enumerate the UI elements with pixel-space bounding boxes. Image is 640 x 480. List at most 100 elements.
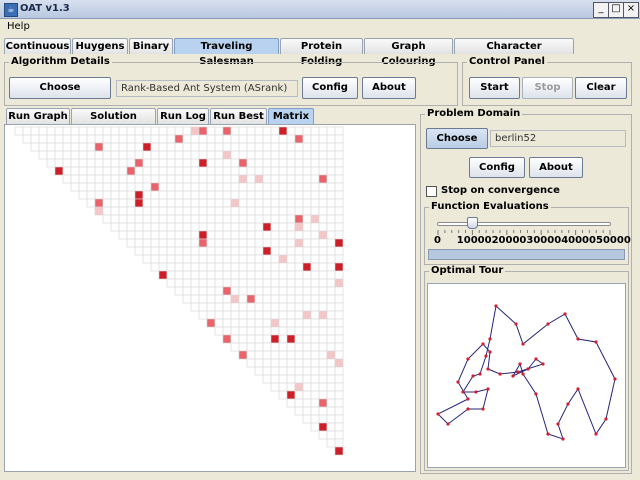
evaluations-slider-thumb[interactable] (466, 217, 478, 229)
matrix-cell (262, 230, 272, 240)
subtab-run-log[interactable]: Run Log (157, 108, 209, 124)
matrix-cell (326, 222, 336, 232)
matrix-cell (102, 166, 112, 176)
matrix-cell (318, 166, 328, 176)
subtab-run-best[interactable]: Run Best (210, 108, 267, 124)
matrix-cell (174, 190, 184, 200)
matrix-cell (182, 254, 192, 264)
matrix-cell (310, 214, 320, 224)
subtab-run-graph[interactable]: Run Graph (6, 108, 70, 124)
matrix-cell (174, 222, 184, 232)
matrix-cell (262, 350, 272, 360)
matrix-cell (142, 254, 152, 264)
tab-binary[interactable]: Binary (129, 38, 173, 54)
matrix-cell (150, 246, 160, 256)
matrix-cell (334, 342, 344, 352)
matrix-cell (222, 222, 232, 232)
matrix-cell (270, 374, 280, 384)
clear-button[interactable]: Clear (575, 77, 627, 99)
tab-graph-colouring[interactable]: Graph Colouring (364, 38, 453, 67)
start-button[interactable]: Start (469, 77, 520, 99)
matrix-cell (142, 246, 152, 256)
matrix-cell (238, 246, 248, 256)
minimize-icon[interactable]: _ (593, 2, 609, 18)
matrix-cell (182, 206, 192, 216)
matrix-cell (310, 334, 320, 344)
matrix-cell (198, 166, 208, 176)
tab-huygens[interactable]: Huygens (72, 38, 128, 54)
matrix-cell (318, 414, 328, 424)
matrix-cell (326, 294, 336, 304)
matrix-cell (150, 238, 160, 248)
algorithm-choose-button[interactable]: Choose (9, 77, 111, 99)
problem-about-button[interactable]: About (529, 157, 583, 178)
algorithm-about-button[interactable]: About (362, 77, 416, 99)
matrix-cell (150, 198, 160, 208)
tab-protein-folding[interactable]: Protein Folding (280, 38, 363, 67)
matrix-cell (182, 126, 192, 136)
problem-config-button[interactable]: Config (469, 157, 525, 178)
subtab-solution-quality[interactable]: Solution Quality (71, 108, 156, 137)
matrix-cell (46, 134, 56, 144)
matrix-cell (334, 406, 344, 416)
maximize-icon[interactable]: □ (608, 2, 624, 18)
tab-character-recognition[interactable]: Character Recognition (454, 38, 574, 67)
matrix-cell (318, 142, 328, 152)
problem-choose-button[interactable]: Choose (426, 128, 488, 149)
stop-button[interactable]: Stop (522, 77, 573, 99)
matrix-cell (326, 246, 336, 256)
matrix-cell (326, 414, 336, 424)
matrix-cell (118, 174, 128, 184)
city-node (563, 312, 567, 316)
matrix-cell (246, 342, 256, 352)
matrix-cell (214, 142, 224, 152)
matrix-cell (230, 190, 240, 200)
matrix-cell (286, 262, 296, 272)
matrix-cell (238, 254, 248, 264)
matrix-cell (230, 182, 240, 192)
tab-traveling-salesman[interactable]: Traveling Salesman (174, 38, 279, 67)
algorithm-config-button[interactable]: Config (302, 77, 358, 99)
matrix-cell (254, 182, 264, 192)
matrix-cell (142, 174, 152, 184)
matrix-cell (158, 150, 168, 160)
matrix-cell (302, 214, 312, 224)
city-node (576, 387, 580, 391)
matrix-cell (254, 254, 264, 264)
matrix-cell (118, 150, 128, 160)
matrix-cell (254, 174, 264, 184)
matrix-cell (334, 174, 344, 184)
matrix-cell (326, 238, 336, 248)
tab-continuous[interactable]: Continuous (4, 38, 71, 54)
menu-help[interactable]: Help (7, 21, 30, 32)
matrix-cell (190, 254, 200, 264)
matrix-cell (198, 150, 208, 160)
stop-on-convergence-checkbox[interactable] (426, 186, 437, 197)
matrix-cell (326, 270, 336, 280)
matrix-cell (182, 134, 192, 144)
evaluations-slider-track[interactable] (437, 222, 611, 226)
matrix-cell (286, 366, 296, 376)
city-node (613, 377, 617, 381)
matrix-cell (182, 246, 192, 256)
matrix-cell (310, 238, 320, 248)
matrix-cell (294, 342, 304, 352)
matrix-cell (150, 262, 160, 272)
matrix-cell (174, 126, 184, 136)
subtab-matrix[interactable]: Matrix (268, 108, 314, 124)
matrix-cell (334, 414, 344, 424)
matrix-cell (326, 262, 336, 272)
tick-label: 50000 (596, 235, 631, 246)
matrix-cell (254, 262, 264, 272)
city-node (521, 342, 525, 346)
matrix-cell (286, 374, 296, 384)
matrix-cell (222, 142, 232, 152)
matrix-cell (286, 238, 296, 248)
matrix-cell (174, 134, 184, 144)
matrix-cell (126, 182, 136, 192)
matrix-cell (334, 278, 344, 288)
close-icon[interactable]: × (623, 2, 639, 18)
matrix-cell (270, 342, 280, 352)
matrix-cell (206, 254, 216, 264)
matrix-cell (310, 414, 320, 424)
